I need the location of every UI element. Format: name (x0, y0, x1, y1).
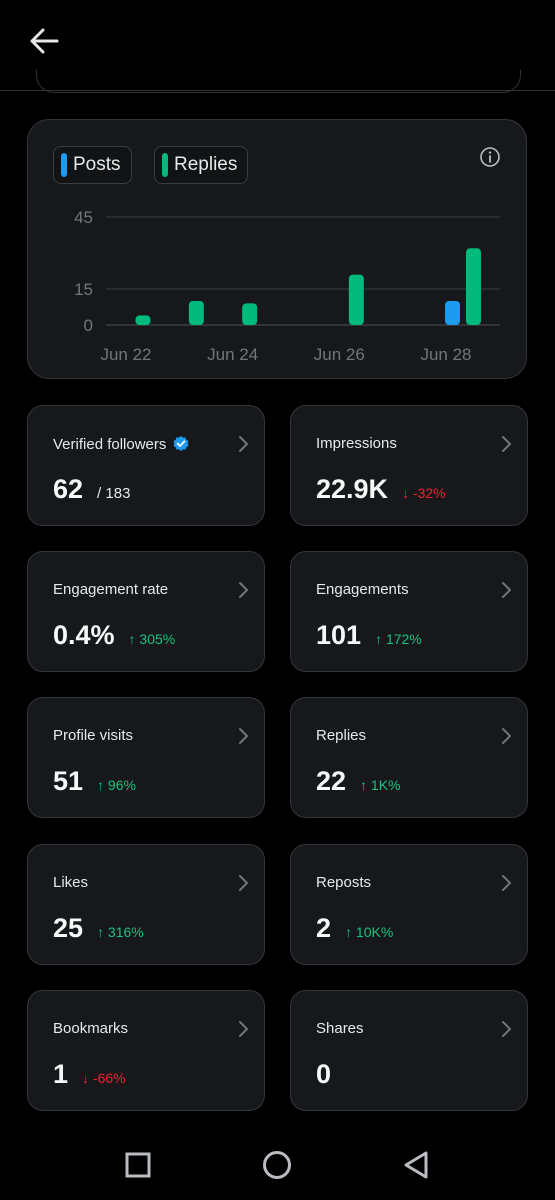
stat-value: 25 (53, 913, 84, 943)
stat-title: Profile visits (53, 727, 133, 744)
stat-title-text: Likes (53, 874, 89, 891)
stat-value-row: 62 / 183 (53, 474, 130, 505)
stat-value: 0 (316, 1059, 332, 1089)
square-icon[interactable] (121, 1148, 155, 1182)
stat-title: Shares (316, 1020, 364, 1037)
verified-badge-icon (173, 436, 189, 451)
stat-value-row: 22 ↑ 1K% (316, 766, 401, 797)
stat-value-row: 101 ↑ 172% (316, 620, 422, 651)
stat-value-row: 51 ↑ 96% (53, 766, 136, 797)
bar-chart: 45 15 0 Jun 22 Jun 24 Jun 26 Jun 28 (74, 208, 500, 364)
stat-value: 101 (316, 620, 362, 650)
stat-title: Replies (316, 727, 366, 744)
triangle-back-icon[interactable] (399, 1148, 433, 1182)
stat-card-reposts[interactable]: Reposts 2 ↑ 10K% (290, 844, 528, 965)
stat-value: 62 (53, 474, 84, 504)
stat-value-row: 0.4% ↑ 305% (53, 620, 175, 651)
stat-value-row: 25 ↑ 316% (53, 913, 144, 944)
stat-title-text: Engagements (316, 581, 409, 598)
y-tick-label: 45 (74, 208, 93, 227)
system-nav-bar (0, 1130, 555, 1200)
stat-value: 1 (53, 1059, 69, 1089)
stat-delta: ↑ 10K% (345, 924, 394, 940)
stat-card-impressions[interactable]: Impressions 22.9K ↓ -32% (290, 405, 528, 526)
chevron-right-icon (502, 728, 511, 744)
circle-icon[interactable] (260, 1148, 294, 1182)
stat-value: 0.4% (53, 620, 115, 650)
stat-value: 2 (316, 913, 332, 943)
stat-title-text: Verified followers (53, 435, 167, 453)
chevron-right-icon (502, 1021, 511, 1037)
stat-card-verified-followers[interactable]: Verified followers 62 / 183 (27, 405, 265, 526)
stat-title: Engagements (316, 581, 409, 598)
stat-value: 22.9K (316, 474, 389, 504)
stat-card-engagement-rate[interactable]: Engagement rate 0.4% ↑ 305% (27, 551, 265, 672)
stat-card-likes[interactable]: Likes 25 ↑ 316% (27, 844, 265, 965)
stat-title-text: Engagement rate (53, 581, 169, 598)
stat-title: Reposts (316, 874, 371, 891)
x-tick-label: Jun 22 (100, 345, 151, 364)
chevron-right-icon (239, 728, 248, 744)
stat-title-text: Impressions (316, 435, 397, 452)
x-tick-label: Jun 24 (207, 345, 258, 364)
stat-value: 22 (316, 766, 347, 796)
chevron-right-icon (239, 436, 248, 452)
arrow-left-icon[interactable] (26, 24, 62, 58)
x-tick-label: Jun 28 (420, 345, 471, 364)
chevron-right-icon (239, 1021, 248, 1037)
stat-delta: ↓ -32% (402, 485, 446, 501)
stat-delta: ↑ 316% (97, 924, 144, 940)
stat-card-bookmarks[interactable]: Bookmarks 1 ↓ -66% (27, 990, 265, 1111)
chevron-right-icon (502, 875, 511, 891)
stat-title: Bookmarks (53, 1020, 128, 1037)
bar-replies (135, 315, 151, 325)
stat-title-text: Profile visits (53, 727, 134, 744)
stat-title: Verified followers (53, 435, 190, 453)
stat-delta: ↑ 1K% (360, 777, 401, 793)
chevron-right-icon (502, 582, 511, 598)
stat-card-shares[interactable]: Shares 0 (290, 990, 528, 1111)
stat-value-row: 22.9K ↓ -32% (316, 474, 446, 505)
chevron-right-icon (239, 875, 248, 891)
y-tick-label: 0 (84, 316, 93, 335)
stat-value: 51 (53, 766, 84, 796)
y-tick-label: 15 (74, 280, 93, 299)
stat-value-row: 2 ↑ 10K% (316, 913, 393, 944)
stat-total: / 183 (97, 485, 131, 502)
stat-delta: ↑ 96% (97, 777, 136, 793)
stat-title-text: Replies (316, 727, 367, 744)
stat-value-row: 1 ↓ -66% (53, 1059, 126, 1090)
chevron-right-icon (502, 436, 511, 452)
bar-replies (188, 301, 204, 325)
x-tick-label: Jun 26 (314, 345, 365, 364)
stat-card-replies[interactable]: Replies 22 ↑ 1K% (290, 697, 528, 818)
stat-title: Engagement rate (53, 581, 168, 598)
stat-title: Likes (53, 874, 88, 891)
activity-chart-card: Posts Replies 45 15 0 Jun 22 Jun 24 Jun 26 Jun… (27, 119, 527, 379)
stat-title-text: Reposts (316, 874, 372, 891)
stat-delta: ↑ 172% (375, 631, 422, 647)
stat-card-engagements[interactable]: Engagements 101 ↑ 172% (290, 551, 528, 672)
bar-replies (466, 248, 481, 325)
stat-delta: ↑ 305% (128, 631, 176, 647)
stat-card-profile-visits[interactable]: Profile visits 51 ↑ 96% (27, 697, 265, 818)
stat-value-row: 0 (316, 1059, 331, 1090)
stat-delta: ↓ -66% (82, 1070, 126, 1086)
stat-title-text: Shares (316, 1020, 364, 1037)
stat-title-text: Bookmarks (53, 1020, 129, 1037)
chevron-right-icon (239, 582, 248, 598)
bar-posts (445, 301, 460, 325)
stat-title: Impressions (316, 435, 397, 452)
previous-card-edge (36, 70, 521, 93)
bar-replies (348, 274, 364, 325)
bar-replies (242, 303, 258, 325)
